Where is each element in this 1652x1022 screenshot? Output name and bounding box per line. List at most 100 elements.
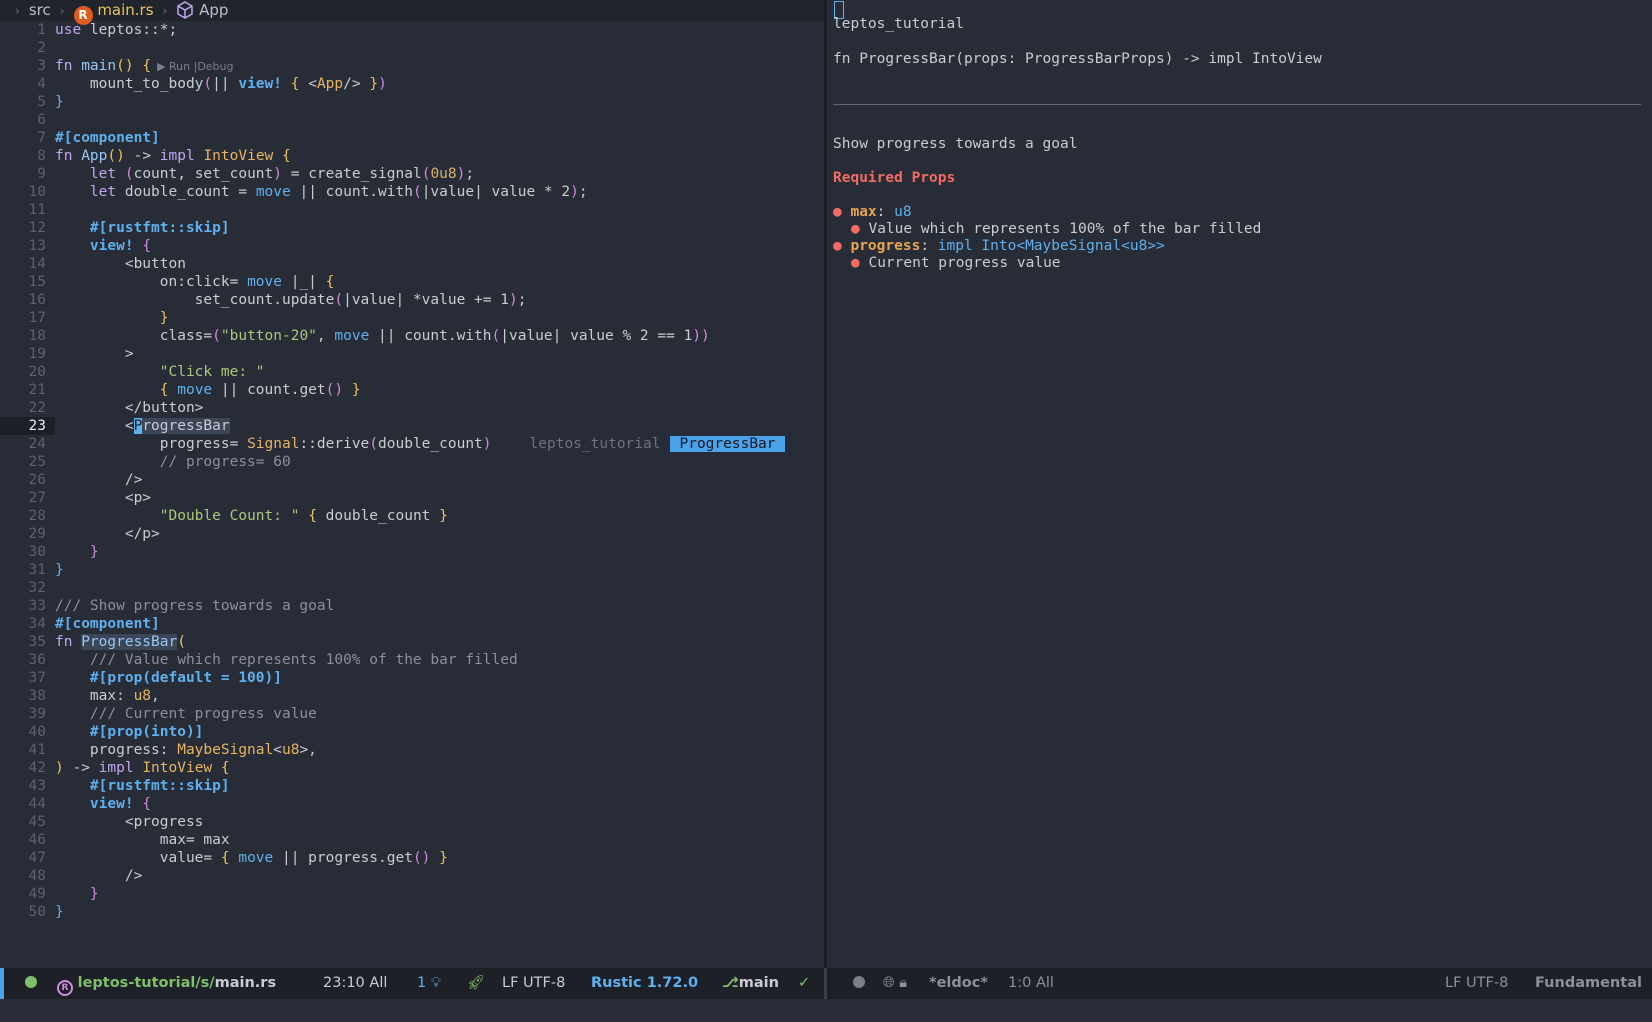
breadcrumb-symbol[interactable]: App [199,1,228,19]
code-text[interactable]: use leptos::*; [55,22,177,38]
code-line[interactable]: 18 class=("button-20", move || count.wit… [0,327,824,345]
code-line[interactable]: 32 [0,579,824,597]
code-line[interactable]: 1 use leptos::*; [0,21,824,39]
code-line[interactable]: 46 max= max [0,831,824,849]
code-text[interactable]: value= { move || progress.get() } [55,850,448,866]
code-text[interactable]: </button> [55,400,204,416]
code-line[interactable]: 23 <ProgressBar [0,417,824,435]
lightbulb-icon[interactable]: 💡︎ [431,975,441,991]
code-text[interactable]: progress= Signal::derive(double_count) [55,436,492,452]
code-text[interactable]: /// Current progress value [55,706,317,722]
code-line[interactable]: 22 </button> [0,399,824,417]
code-line[interactable]: 29 </p> [0,525,824,543]
code-text[interactable]: <ProgressBar [55,418,230,434]
encoding[interactable]: LF UTF-8 [1445,968,1508,999]
code-text[interactable]: /// Show progress towards a goal [55,598,334,614]
code-editor-pane[interactable]: › src › R main.rs › App 1 use leptos::*; 2 3 fn … [0,0,824,968]
code-line[interactable]: 49 } [0,885,824,903]
code-line[interactable]: 21 { move || count.get() } [0,381,824,399]
code-line[interactable]: 8 fn App() -> impl IntoView { [0,147,824,165]
code-area[interactable]: 1 use leptos::*; 2 3 fn main() {▶ Run |Debug… [0,21,824,921]
code-line[interactable]: 15 on:click= move |_| { [0,273,824,291]
code-line[interactable]: 40 #[prop(into)] [0,723,824,741]
code-text[interactable]: let (count, set_count) = create_signal(0… [55,166,474,182]
code-text[interactable]: </p> [55,526,160,542]
code-text[interactable]: } [55,94,64,110]
code-line[interactable]: 43 #[rustfmt::skip] [0,777,824,795]
code-text[interactable]: progress: MaybeSignal<u8>, [55,742,317,758]
code-line[interactable]: 30 } [0,543,824,561]
code-line[interactable]: 50} [0,903,824,921]
code-text[interactable]: class=("button-20", move || count.with(|… [55,328,710,344]
code-text[interactable]: fn App() -> impl IntoView { [55,148,291,164]
code-text[interactable]: mount_to_body(|| view! { <App/> }) [55,76,387,92]
code-text[interactable]: /> [55,868,142,884]
code-line[interactable]: 27 <p> [0,489,824,507]
file-name[interactable]: main.rs [215,975,276,991]
code-line[interactable]: 12 #[rustfmt::skip] [0,219,824,237]
code-text[interactable]: set_count.update(|value| *value += 1); [55,292,527,308]
code-text[interactable]: > [55,346,134,362]
code-line[interactable]: 19 > [0,345,824,363]
code-text[interactable]: "Double Count: " { double_count } [55,508,448,524]
code-line[interactable]: 34 #[component] [0,615,824,633]
code-line[interactable]: 25 // progress= 60 [0,453,824,471]
code-text[interactable]: ) -> impl IntoView { [55,760,230,776]
code-text[interactable]: /// Value which represents 100% of the b… [55,652,518,668]
code-text[interactable]: fn main() { [55,58,151,74]
code-line[interactable]: 9 let (count, set_count) = create_signal… [0,165,824,183]
code-text[interactable]: max: u8, [55,688,160,704]
rust-version[interactable]: 1.72.0 [647,975,698,991]
code-text[interactable]: <p> [55,490,151,506]
code-line[interactable]: 36 /// Value which represents 100% of th… [0,651,824,669]
cursor-position[interactable]: 1:0 All [1008,968,1054,999]
code-line[interactable]: 38 max: u8, [0,687,824,705]
code-text[interactable]: <button [55,256,186,272]
code-text[interactable]: max= max [55,832,230,848]
code-line[interactable]: 41 progress: MaybeSignal<u8>, [0,741,824,759]
check-icon[interactable]: ✓ [798,968,810,999]
code-line[interactable]: 44 view! { [0,795,824,813]
code-text[interactable]: "Click me: " [55,364,265,380]
code-text[interactable]: let double_count = move || count.with(|v… [55,184,588,200]
eldoc-pane[interactable]: leptos_tutorial fn ProgressBar(props: Pr… [827,0,1652,968]
code-line[interactable]: 47 value= { move || progress.get() } [0,849,824,867]
code-text[interactable]: } [55,886,99,902]
project-path[interactable]: leptos-tutorial/s/ [78,975,215,991]
major-mode[interactable]: Rustic [591,975,642,991]
code-line[interactable]: 33 /// Show progress towards a goal [0,597,824,615]
minibuffer[interactable] [0,999,1652,1022]
code-line[interactable]: 24 progress= Signal::derive(double_count… [0,435,824,453]
code-line[interactable]: 39 /// Current progress value [0,705,824,723]
encoding[interactable]: LF UTF-8 [502,968,565,999]
code-line[interactable]: 42) -> impl IntoView { [0,759,824,777]
code-text[interactable]: } [55,544,99,560]
code-line[interactable]: 4 mount_to_body(|| view! { <App/> }) [0,75,824,93]
code-text[interactable]: #[component] [55,130,160,146]
code-line[interactable]: 14 <button [0,255,824,273]
breadcrumb-file[interactable]: main.rs [97,1,153,19]
code-text[interactable]: view! { [55,238,151,254]
code-line[interactable]: 2 [0,39,824,57]
code-line[interactable]: 5} [0,93,824,111]
run-debug-lens[interactable]: ▶ Run |Debug [157,60,233,73]
code-line[interactable]: 17 } [0,309,824,327]
code-line[interactable]: 16 set_count.update(|value| *value += 1)… [0,291,824,309]
code-line[interactable]: 28 "Double Count: " { double_count } [0,507,824,525]
code-text[interactable]: #[rustfmt::skip] [55,220,230,236]
buffer-name[interactable]: *eldoc* [929,968,988,999]
code-line[interactable]: 31} [0,561,824,579]
code-text[interactable]: } [55,310,169,326]
breadcrumb-folder[interactable]: src [29,1,51,19]
code-text[interactable]: // progress= 60 [55,454,291,470]
code-text[interactable]: on:click= move |_| { [55,274,335,290]
major-mode[interactable]: Fundamental [1535,968,1642,999]
inline-hint-symbol[interactable]: ProgressBar [670,436,785,452]
code-text[interactable]: #[rustfmt::skip] [55,778,230,794]
code-line[interactable]: 48 /> [0,867,824,885]
code-text[interactable]: } [55,562,64,578]
git-branch[interactable]: main [739,975,779,991]
code-line[interactable]: 7 #[component] [0,129,824,147]
rocket-icon[interactable]: 🚀︎ [467,968,485,999]
code-text[interactable]: #[prop(into)] [55,724,204,740]
